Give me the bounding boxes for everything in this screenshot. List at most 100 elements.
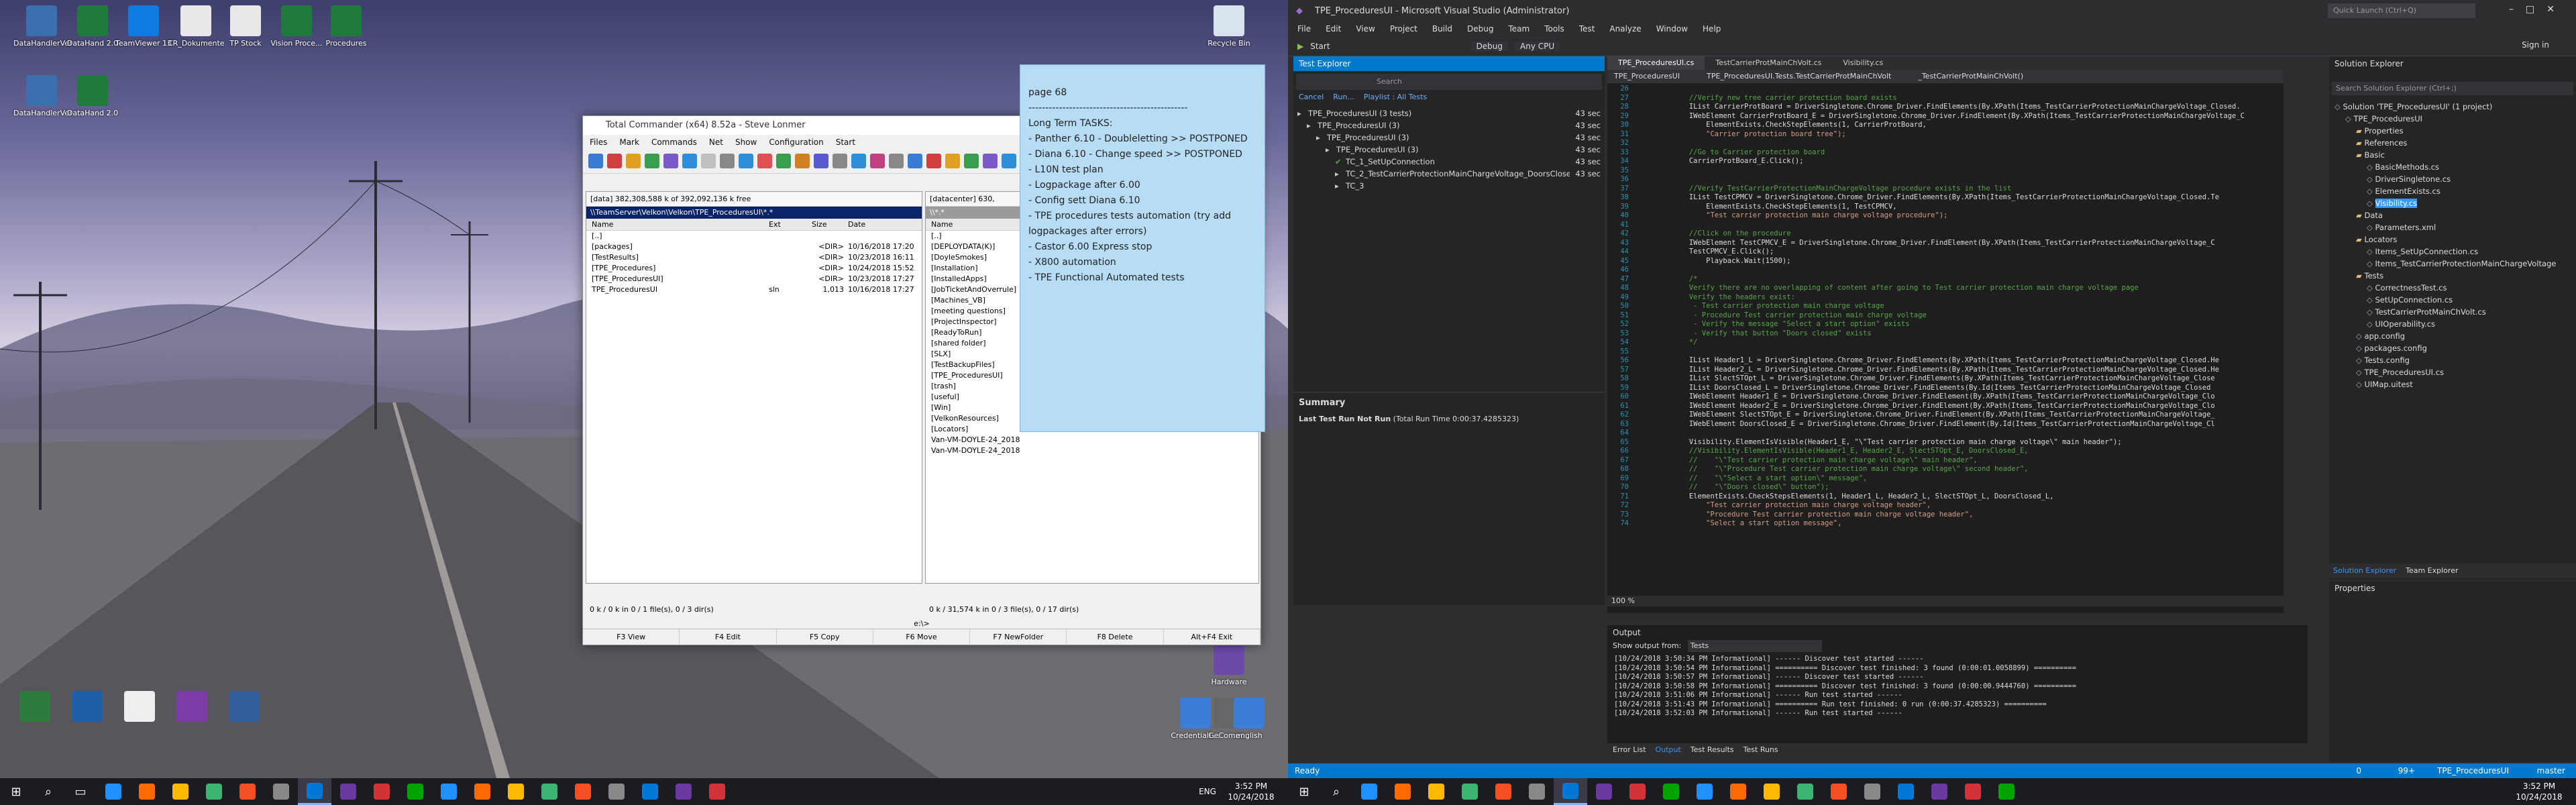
file-row[interactable]: [TPE_Procedures] <DIR> 10/24/2018 15:52 xyxy=(586,263,922,274)
vs-menu-item[interactable]: Window xyxy=(1656,21,1688,36)
col-date[interactable]: Date xyxy=(848,219,922,230)
test-explorer-link[interactable]: Run... xyxy=(1333,93,1354,105)
desktop-icon[interactable]: Procedures xyxy=(318,5,374,48)
signin-link[interactable]: Sign in xyxy=(2522,40,2549,50)
toolbar-icon[interactable] xyxy=(983,154,998,168)
taskbar-app-icon[interactable] xyxy=(1487,778,1520,805)
file-row[interactable]: Van-VM-DOYLE-24_2018 xyxy=(926,445,1258,456)
desktop-icon[interactable]: DataHand 2.0 xyxy=(64,75,121,117)
platform-dropdown[interactable]: Any CPU xyxy=(1515,41,1560,51)
tc-left-drive[interactable]: [data] 382,308,588 k of 392,092,136 k fr… xyxy=(586,192,922,207)
solution-item[interactable]: ◇ BasicMethods.cs xyxy=(2332,161,2573,173)
test-explorer-link[interactable]: Cancel xyxy=(1299,93,1324,105)
solution-item[interactable]: ◇ Items_TestCarrierProtectionMainChargeV… xyxy=(2332,258,2573,270)
tc-menu-item[interactable]: Net xyxy=(709,135,723,150)
toolbar-icon[interactable] xyxy=(776,154,791,168)
taskbar-app-icon[interactable] xyxy=(298,778,331,805)
toolbar-icon[interactable] xyxy=(889,154,904,168)
taskbar-app-icon[interactable] xyxy=(1856,778,1889,805)
solution-item[interactable]: ◇ Parameters.xml xyxy=(2332,221,2573,233)
solution-tab[interactable]: Team Explorer xyxy=(2406,564,2458,578)
editor-tab[interactable]: TestCarrierProtMainChVolt.cs xyxy=(1705,56,1832,70)
nav-dropdown[interactable]: TPE_ProceduresUI.Tests.TestCarrierProtMa… xyxy=(1707,70,1891,83)
test-tree-item[interactable]: ✔ TC_1_SetUpConnection 43 sec xyxy=(1297,156,1601,168)
taskbar-app-icon[interactable] xyxy=(700,778,734,805)
editor-tab[interactable]: Visibility.cs xyxy=(1832,56,1894,70)
toolbar-icon[interactable] xyxy=(701,154,716,168)
taskbar-app-icon[interactable] xyxy=(1822,778,1856,805)
desktop-icon[interactable]: TP Stock xyxy=(217,5,274,48)
solution-item[interactable]: ▰ Tests xyxy=(2332,270,2573,282)
file-row[interactable]: [packages] <DIR> 10/16/2018 17:20 xyxy=(586,241,922,252)
taskbar-app-icon[interactable] xyxy=(533,778,566,805)
config-dropdown[interactable]: Debug xyxy=(1470,41,1509,51)
taskbar-app-icon[interactable] xyxy=(1520,778,1554,805)
code-area[interactable]: 26 27 //Verify new tree carrier protectio… xyxy=(1607,83,2284,596)
desktop-icon[interactable]: Vision Proce... xyxy=(268,5,325,48)
test-tree-item[interactable]: ▸ TPE_ProceduresUI (3) 43 sec xyxy=(1297,144,1601,156)
vs-menu-item[interactable]: Help xyxy=(1703,21,1721,36)
toolbar-icon[interactable] xyxy=(833,154,847,168)
taskbar-app-icon[interactable] xyxy=(633,778,667,805)
taskbar-app-icon[interactable] xyxy=(432,778,466,805)
output-pane[interactable]: Output Show output from: Tests [10/24/20… xyxy=(1607,625,2308,757)
toolbar-icon[interactable] xyxy=(945,154,960,168)
solution-item[interactable]: ◇ packages.config xyxy=(2332,342,2573,354)
solution-item[interactable]: ◇ app.config xyxy=(2332,330,2573,342)
desktop-icon[interactable]: DataHandlerVer xyxy=(13,5,72,48)
function-key-button[interactable]: F8 Delete xyxy=(1067,629,1164,645)
solution-item[interactable]: ◇ TestCarrierProtMainChVolt.cs xyxy=(2332,306,2573,318)
visual-studio-window[interactable]: ◆ TPE_ProceduresUI - Microsoft Visual St… xyxy=(1288,0,2576,778)
toolbar-icon[interactable] xyxy=(588,154,603,168)
solution-item[interactable]: ◇ Tests.config xyxy=(2332,354,2573,366)
nav-dropdown[interactable]: _TestCarrierProtMainChVolt() xyxy=(1918,70,2023,83)
taskbar-app-icon[interactable] xyxy=(1990,778,2023,805)
start-button[interactable]: Start xyxy=(1310,42,1330,51)
vs-menu-item[interactable]: Tools xyxy=(1544,21,1564,36)
taskbar-app-icon[interactable] xyxy=(600,778,633,805)
tc-menu-item[interactable]: Files xyxy=(590,135,607,150)
status-project[interactable]: TPE_ProceduresUI xyxy=(2437,763,2509,778)
vs-menu-item[interactable]: Project xyxy=(1390,21,1417,36)
tc-menu-item[interactable]: Mark xyxy=(619,135,639,150)
taskbar-app-icon[interactable] xyxy=(164,778,197,805)
taskbar-app-icon[interactable] xyxy=(1386,778,1419,805)
test-tree-item[interactable]: ▸ TC_3 xyxy=(1297,180,1601,192)
toolbar-icon[interactable] xyxy=(795,154,810,168)
bottom-tab[interactable]: Test Results xyxy=(1690,743,1734,757)
test-search-input[interactable]: Search xyxy=(1296,74,1602,90)
solution-item[interactable]: ◇ DriverSingletone.cs xyxy=(2332,173,2573,185)
toolbar-icon[interactable] xyxy=(739,154,753,168)
status-counts[interactable]: 0 xyxy=(2356,763,2361,778)
toolbar-icon[interactable] xyxy=(964,154,979,168)
solution-search-input[interactable]: Search Solution Explorer (Ctrl+;) xyxy=(2332,82,2573,95)
windows-start-icon[interactable]: ⊞ xyxy=(0,778,32,805)
function-key-button[interactable]: F4 Edit xyxy=(680,629,777,645)
zoom-level[interactable]: 100 % xyxy=(1607,596,2284,606)
desktop-icon[interactable]: english xyxy=(1221,698,1277,740)
toolbar-icon[interactable] xyxy=(814,154,828,168)
taskbar-app-icon[interactable] xyxy=(1453,778,1487,805)
solution-item[interactable]: ◇ TPE_ProceduresUI.cs xyxy=(2332,366,2573,378)
desktop-icon[interactable] xyxy=(59,691,115,724)
vs-menu-item[interactable]: Test xyxy=(1579,21,1595,36)
solution-item[interactable]: ◇ CorrectnessTest.cs xyxy=(2332,282,2573,294)
taskbar-app-icon[interactable] xyxy=(499,778,533,805)
vs-menu-item[interactable]: Debug xyxy=(1467,21,1493,36)
desktop-icon[interactable] xyxy=(216,691,272,724)
solution-item[interactable]: ◇ SetUpConnection.cs xyxy=(2332,294,2573,306)
status-pending[interactable]: 99+ xyxy=(2398,763,2415,778)
status-branch[interactable]: master xyxy=(2537,763,2565,778)
taskbar-app-icon[interactable] xyxy=(1721,778,1755,805)
toolbar-icon[interactable] xyxy=(682,154,697,168)
start-play-icon[interactable]: ▶ xyxy=(1297,42,1303,51)
toolbar-icon[interactable] xyxy=(926,154,941,168)
desktop-icon[interactable] xyxy=(7,691,63,724)
taskbar-app-icon[interactable] xyxy=(130,778,164,805)
desktop-icon[interactable]: DataHandlerVer xyxy=(13,75,72,117)
vs-menu-item[interactable]: File xyxy=(1297,21,1311,36)
desktop-icon[interactable]: CR_Dokumente xyxy=(168,5,225,48)
tc-left-panel[interactable]: [data] 382,308,588 k of 392,092,136 k fr… xyxy=(586,191,922,584)
taskbar-app-icon[interactable] xyxy=(466,778,499,805)
task-view-icon[interactable]: ▭ xyxy=(64,778,97,805)
